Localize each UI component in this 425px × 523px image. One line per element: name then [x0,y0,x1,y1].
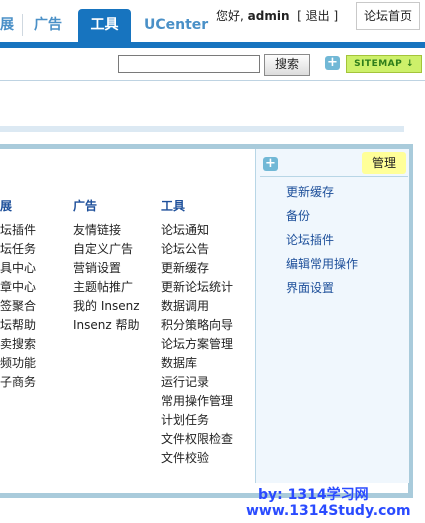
menu-link[interactable]: 更新缓存 [161,259,209,276]
menu-link[interactable]: 我的 Insenz [73,297,140,314]
menu-link[interactable]: 文件校验 [161,449,209,466]
search-input[interactable] [118,55,260,73]
menu-link[interactable]: Insenz 帮助 [73,316,140,333]
menu-link[interactable]: 章中心 [0,278,36,295]
menu-link[interactable]: 论坛方案管理 [161,335,233,352]
username: admin [247,9,290,23]
menu-link[interactable]: 友情链接 [73,221,121,238]
menu-link[interactable]: 数据调用 [161,297,209,314]
tab-ads[interactable]: 广告 [34,9,68,42]
menu-link[interactable]: 常用操作管理 [161,392,233,409]
forum-home-button[interactable]: 论坛首页 [356,2,420,30]
tab-tools[interactable]: 工具 [78,9,131,42]
watermark-line-1: by: 1314学习网 [258,487,369,503]
sitemap-button[interactable]: SITEMAP ↓ [346,55,422,73]
sidebar-item-plugins[interactable]: 论坛插件 [286,231,334,248]
content-band [0,126,404,132]
menu-link[interactable]: 营销设置 [73,259,121,276]
logout-link[interactable]: [ 退出 ] [297,9,338,23]
welcome-greeting: 您好, [216,9,244,23]
watermark-line-2: www.1314Study.com [246,503,411,519]
search-button[interactable]: 搜索 [264,54,310,76]
menu-link[interactable]: 自定义广告 [73,240,133,257]
toolbar-divider [0,80,425,81]
menu-link[interactable]: 卖搜索 [0,335,36,352]
menu-link[interactable]: 计划任务 [161,411,209,428]
menu-link[interactable]: 签聚合 [0,297,36,314]
menu-link[interactable]: 文件权限检查 [161,430,233,447]
tab-divider [22,14,23,36]
column-title-extend: 展 [0,199,13,213]
menu-link[interactable]: 子商务 [0,373,36,390]
sidebar-item-backup[interactable]: 备份 [286,207,310,224]
sidebar-title: 管理 [362,152,406,174]
menu-link[interactable]: 积分策略向导 [161,316,233,333]
menu-link[interactable]: 论坛公告 [161,240,209,257]
menu-link[interactable]: 运行记录 [161,373,209,390]
menu-link[interactable]: 坛任务 [0,240,36,257]
menu-link[interactable]: 坛插件 [0,221,36,238]
column-title-ads: 广告 [73,199,98,213]
sidebar-item-ui-settings[interactable]: 界面设置 [286,279,334,296]
sidebar-item-update-cache[interactable]: 更新缓存 [286,183,334,200]
menu-link[interactable]: 具中心 [0,259,36,276]
add-shortcut-icon[interactable]: + [325,56,340,70]
menu-link[interactable]: 坛帮助 [0,316,36,333]
menu-link[interactable]: 主题帖推广 [73,278,133,295]
sidebar-item-edit-shortcuts[interactable]: 编辑常用操作 [286,255,358,272]
menu-link[interactable]: 论坛通知 [161,221,209,238]
tab-extend[interactable]: 展 [0,9,16,42]
welcome-text: 您好, admin [ 退出 ] [216,7,338,24]
column-title-tools: 工具 [161,199,186,213]
menu-link[interactable]: 数据库 [161,354,197,371]
add-shortcut-icon[interactable]: + [263,157,278,171]
menu-link[interactable]: 频功能 [0,354,36,371]
top-nav: 展 广告 工具 UCenter 您好, admin [ 退出 ] 论坛首页 [0,0,425,42]
tab-ucenter[interactable]: UCenter [144,9,210,42]
sidebar-divider [260,176,408,177]
menu-link[interactable]: 更新论坛统计 [161,278,233,295]
